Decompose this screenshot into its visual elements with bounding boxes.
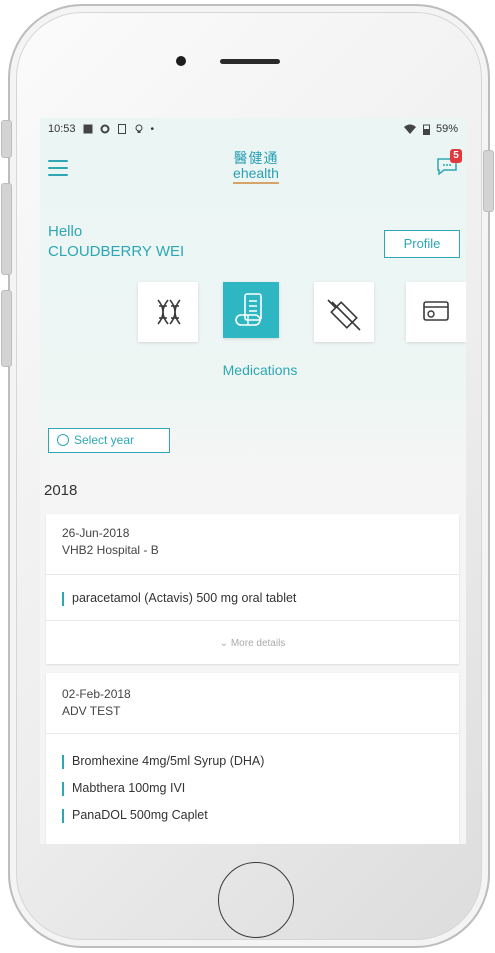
user-name: CLOUDBERRY WEI [48, 243, 185, 260]
volume-down-button [1, 290, 12, 367]
category-medications-tile[interactable] [223, 282, 279, 338]
front-camera [176, 56, 186, 66]
hamburger-menu-icon[interactable] [48, 160, 68, 176]
battery-icon [422, 124, 430, 135]
medications-icon [235, 293, 262, 326]
logo-english: ehealth [233, 165, 279, 181]
chevron-down-icon: ⌄ [219, 638, 229, 649]
record-hospital: VHB2 Hospital - B [62, 543, 159, 557]
syringe-icon [327, 299, 361, 331]
dna-icon [157, 299, 181, 325]
calendar-icon [57, 433, 69, 446]
battery-percent: 59% [435, 123, 458, 135]
profile-button[interactable]: Profile [384, 230, 460, 258]
bulb-notification-icon [135, 124, 143, 133]
power-button [483, 150, 494, 212]
record-card[interactable]: 26-Jun-2018 VHB2 Hospital - B paracetamo… [46, 514, 459, 664]
more-details-link[interactable]: ⌄ More details [46, 638, 459, 649]
medication-item: paracetamol (Actavis) 500 mg oral tablet [62, 591, 296, 606]
volume-up-button [1, 183, 12, 275]
select-year-label: Select year [74, 433, 135, 447]
ehealth-logo: 醫健通 ehealth [226, 150, 286, 184]
dot-notification-icon: • [150, 123, 155, 135]
greeting-hello: Hello [48, 223, 83, 240]
medication-item: Mabthera 100mg IVI [62, 781, 185, 796]
select-year-button[interactable]: Select year [48, 428, 170, 453]
record-card[interactable]: 02-Feb-2018 ADV TEST Bromhexine 4mg/5ml … [46, 673, 459, 844]
card-icon [423, 301, 449, 321]
record-hospital: ADV TEST [62, 704, 121, 718]
home-button[interactable] [218, 862, 294, 938]
settings-notification-icon [100, 124, 110, 134]
image-notification-icon [83, 124, 93, 134]
more-details-label: More details [230, 638, 286, 649]
record-date: 26-Jun-2018 [62, 526, 130, 540]
wifi-icon [403, 124, 416, 134]
app-screen: 10:53 • 59% 醫健通 ehealth 5 Hello CLOUDBER… [40, 118, 466, 844]
app-header: 醫健通 ehealth 5 [40, 146, 466, 190]
year-heading: 2018 [44, 482, 78, 499]
clock: 10:53 [48, 123, 76, 135]
active-category-label: Medications [222, 362, 298, 378]
record-date: 02-Feb-2018 [62, 687, 131, 701]
notification-badge: 5 [450, 149, 462, 163]
category-vaccination-tile[interactable] [314, 282, 374, 342]
earpiece-speaker [220, 59, 280, 64]
medication-item: PanaDOL 500mg Caplet [62, 808, 208, 823]
sim-notification-icon [117, 124, 126, 134]
status-bar: 10:53 • 59% [40, 118, 466, 140]
medication-item: Bromhexine 4mg/5ml Syrup (DHA) [62, 754, 264, 769]
category-dna-tile[interactable] [138, 282, 198, 342]
mute-switch [1, 120, 12, 158]
category-records-tile[interactable] [406, 282, 466, 342]
greeting: Hello CLOUDBERRY WEI [48, 222, 184, 262]
logo-chinese: 醫健通 [233, 150, 279, 166]
